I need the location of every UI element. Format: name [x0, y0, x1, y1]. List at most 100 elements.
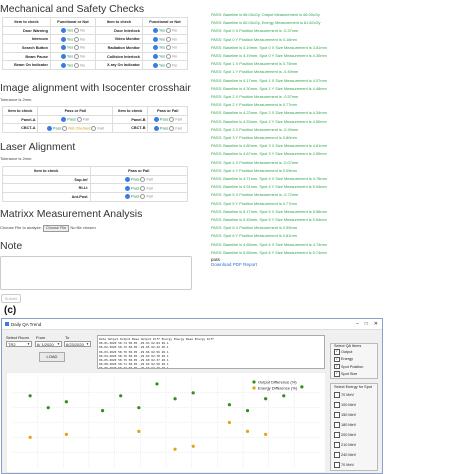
energy-diff-point	[191, 444, 195, 448]
yes-no-radio-group[interactable]: Yes No	[49, 60, 97, 71]
yes-no-radio-group[interactable]: Yes No	[49, 43, 97, 53]
checkbox-icon[interactable]	[334, 432, 340, 438]
energy-checkbox[interactable]: 180 MeV	[331, 420, 377, 430]
energy-checkbox[interactable]: 70 MeV	[331, 390, 377, 400]
radio-no[interactable]	[74, 62, 80, 68]
energy-checkbox[interactable]: 240 MeV	[331, 450, 377, 460]
radio-pass[interactable]	[124, 185, 130, 191]
radio-yes[interactable]	[60, 45, 66, 51]
radio-yes[interactable]	[152, 28, 158, 34]
radio-yes[interactable]	[152, 54, 158, 60]
energy-checkbox[interactable]: 70 MeV	[331, 460, 377, 470]
yes-no-radio-group[interactable]: Yes No	[49, 25, 97, 36]
radio-pass[interactable]	[46, 125, 52, 131]
qa-item-checkbox[interactable]: ✓ Spot Position	[331, 363, 377, 371]
image-alignment-table: Item to check Pass or Fail Item to check…	[1, 106, 188, 134]
pass-fail-radio-group[interactable]: Pass Fail	[147, 114, 188, 125]
legend-marker-energy	[252, 386, 256, 390]
yes-no-radio-group[interactable]: Yes No	[49, 34, 97, 45]
pass-fail-radio-group[interactable]: Pass Fail	[89, 192, 188, 202]
checkbox-icon[interactable]	[334, 422, 340, 428]
radio-fail[interactable]	[140, 177, 146, 183]
qa-item-checkbox[interactable]: ✓ Energy	[331, 356, 377, 363]
radio-no[interactable]	[166, 62, 172, 68]
checkbox-checked-icon[interactable]: ✓	[334, 349, 340, 355]
submit-button[interactable]: Submit	[1, 294, 21, 303]
download-pdf-link[interactable]: Download PDF Report	[211, 262, 327, 267]
energy-checkbox[interactable]: 200 MeV	[331, 430, 377, 440]
radio-yes[interactable]	[60, 28, 66, 34]
checkbox-checked-icon[interactable]: ✓	[334, 356, 340, 363]
yes-no-radio-group[interactable]: Yes No	[141, 25, 189, 36]
checkbox-icon[interactable]	[334, 412, 340, 418]
radio-yes[interactable]	[152, 62, 158, 68]
radio-no[interactable]	[74, 45, 80, 51]
radio-no[interactable]	[74, 36, 80, 42]
pass-fail-radio-group[interactable]: Pass Fail	[89, 174, 188, 185]
log-line: PASS: Baseline is 5.17mm, Spot 5 X Size …	[211, 208, 327, 214]
radio-fail[interactable]	[140, 194, 146, 200]
file-prompt: Choose File to analyze:	[0, 225, 42, 230]
radio-pass[interactable]	[61, 117, 67, 123]
radio-pass[interactable]	[153, 117, 159, 123]
radio-pass[interactable]	[124, 177, 130, 183]
data-textbox[interactable]: Date Output Output Base Output Diff Ener…	[97, 335, 325, 369]
note-textarea[interactable]	[0, 256, 192, 290]
radio-fail[interactable]	[91, 125, 97, 131]
radio-fail[interactable]	[140, 185, 146, 191]
radio-fail[interactable]	[169, 125, 175, 131]
radio-no[interactable]	[166, 36, 172, 42]
qa-item-checkbox[interactable]: ✓ Spot Size	[331, 371, 377, 378]
radio-yes[interactable]	[60, 62, 66, 68]
radio-yes-label: Yes	[66, 45, 75, 50]
radio-yes[interactable]	[152, 36, 158, 42]
to-date-field[interactable]: 6/23/2020 ▼	[64, 341, 91, 347]
checkbox-icon[interactable]	[334, 462, 340, 468]
energy-diff-point	[227, 420, 232, 425]
matrixx-title: Matrixx Measurement Analysis	[0, 208, 143, 220]
radio-no[interactable]	[74, 28, 80, 34]
maximize-icon[interactable]: □	[365, 321, 368, 327]
radio-fail[interactable]	[76, 117, 82, 123]
minimize-icon[interactable]: –	[356, 321, 359, 327]
checkbox-checked-icon[interactable]: ✓	[334, 363, 340, 370]
pass-fail-radio-group[interactable]: Pass Fail	[37, 114, 114, 125]
radio-yes[interactable]	[60, 36, 66, 42]
load-button[interactable]: LOAD	[39, 352, 65, 362]
energy-checkbox[interactable]: 150 MeV	[331, 410, 377, 420]
radio-no[interactable]	[166, 54, 172, 60]
radio-not-checked[interactable]	[62, 125, 68, 131]
yes-no-radio-group[interactable]: Yes No	[49, 51, 97, 62]
radio-no[interactable]	[74, 54, 80, 60]
radio-no[interactable]	[166, 45, 172, 51]
radio-pass[interactable]	[124, 194, 130, 200]
room-select[interactable]: TR2 ▼	[6, 341, 32, 347]
radio-no[interactable]	[166, 28, 172, 34]
from-date-field[interactable]: 6/ 1/2020 ▼	[35, 341, 62, 347]
yes-no-radio-group[interactable]: Yes No	[141, 34, 189, 45]
radio-pass[interactable]	[153, 125, 159, 131]
log-line: PASS: Baseline is 66.00cGy, Output Measu…	[211, 12, 320, 17]
close-icon[interactable]: ✕	[374, 321, 378, 327]
checkbox-icon[interactable]	[334, 392, 340, 398]
radio-yes[interactable]	[60, 54, 66, 60]
energy-label: 150 MeV	[341, 413, 357, 417]
checkbox-icon[interactable]	[334, 442, 340, 448]
radio-yes[interactable]	[152, 45, 158, 51]
qa-item-checkbox[interactable]: ✓ Output	[331, 349, 377, 356]
yes-no-radio-group[interactable]: Yes No	[141, 60, 189, 71]
checkbox-checked-icon[interactable]: ✓	[334, 371, 340, 377]
energy-group: Select Energy for Spot 70 MeV 100 MeV 150 …	[330, 383, 378, 471]
choose-file-button[interactable]: Choose File	[42, 225, 70, 232]
pass-fail-radio-group[interactable]: Pass Fail	[147, 123, 188, 134]
yes-no-radio-group[interactable]: Yes No	[141, 51, 189, 62]
pass-fail-radio-group[interactable]: Pass Fail	[89, 183, 188, 194]
yes-no-radio-group[interactable]: Yes No	[141, 43, 189, 53]
radio-fail[interactable]	[169, 117, 175, 123]
energy-checkbox[interactable]: 210 MeV	[331, 440, 377, 450]
energy-checkbox[interactable]: 100 MeV	[331, 400, 377, 410]
checkbox-icon[interactable]	[334, 452, 340, 458]
checkbox-icon[interactable]	[334, 402, 340, 408]
mechanical-table: Item to check Functional or Not Item to …	[2, 17, 189, 71]
pass-fail-radio-group[interactable]: Pass Not Checked Fail	[37, 123, 114, 134]
